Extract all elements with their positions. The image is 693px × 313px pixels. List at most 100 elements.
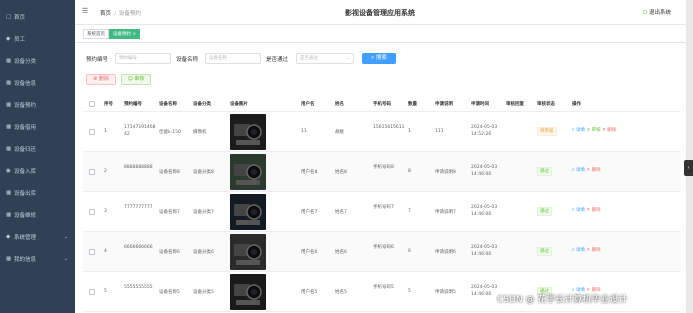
column-header: 设备名称 — [159, 102, 177, 107]
sidebar-item-label: 系统管理 — [14, 235, 37, 241]
table-row: 2 8888888888 设备名称8 设备分类8 用户名8 姓名8 手机号码8 8 申请说明8 2… — [83, 152, 681, 192]
sidebar-item-9[interactable]: ▦ 设备维修 — [0, 204, 75, 226]
sidebar-item-label: 设备借用 — [14, 125, 37, 131]
sidebar-item-1[interactable]: ◆ 员工 — [0, 28, 75, 50]
tab-home[interactable]: 系统首页 — [83, 29, 109, 39]
device-image — [230, 154, 266, 190]
sidebar-item-label: 首页 — [14, 15, 26, 21]
cell-no: 2 — [104, 169, 107, 174]
menu-icon: ▦ — [6, 190, 12, 196]
sidebar-item-7[interactable]: ◉ 设备入库 — [0, 160, 75, 182]
sidebar-item-8[interactable]: ▦ 设备出库 — [0, 182, 75, 204]
detail-button[interactable]: ⌕ 详情 — [572, 128, 585, 133]
column-header: 姓名 — [335, 102, 344, 107]
detail-button[interactable]: ⌕ 详情 — [572, 248, 585, 253]
row-checkbox[interactable] — [89, 169, 95, 175]
sidebar-item-4[interactable]: ▦ 设备预约 — [0, 94, 75, 116]
select-all-checkbox[interactable] — [89, 101, 95, 107]
column-header: 预约编号 — [124, 102, 142, 107]
tab-reservation[interactable]: 设备预约 × — [109, 29, 141, 39]
delete-button[interactable]: ✕ 删除 — [602, 128, 616, 133]
audit-button[interactable]: ⊙ 审核 — [586, 128, 600, 133]
watermark: CSDN @ 花学长计算机毕业设计 — [497, 295, 628, 305]
detail-button[interactable]: ⌕ 详情 — [572, 208, 585, 213]
column-header: 设备图片 — [230, 102, 248, 107]
column-header: 申请说明 — [435, 102, 453, 107]
sidebar-item-label: 设备出库 — [14, 191, 37, 197]
delete-button[interactable]: ✕ 删除 — [586, 208, 600, 213]
cell-user: 用户名6 — [301, 250, 318, 255]
top-bar: ☰ 首页 / 设备预约 影视设备管理应用系统 ⏻ 退出系统 — [75, 0, 686, 25]
sidebar-item-0[interactable]: □ 首页 — [0, 6, 75, 28]
delete-button[interactable]: ✕ 删除 — [586, 248, 600, 253]
status-badge: 待审核 — [537, 127, 557, 136]
cell-phone: 手机号码5 — [373, 285, 394, 290]
audit-icon: ☺ — [127, 76, 133, 82]
row-checkbox[interactable] — [89, 289, 95, 295]
device-name-input[interactable]: 设备名称 — [205, 53, 261, 64]
cell-desc: 申请说明5 — [435, 290, 456, 295]
cell-cat: 设备分类7 — [193, 210, 214, 215]
cell-time: 2024-05-03 14:52:26 — [471, 125, 498, 137]
detail-button[interactable]: ⌕ 详情 — [572, 168, 585, 173]
delete-button[interactable]: ✕ 删除 — [586, 168, 600, 173]
cell-code: 5555555555 — [124, 285, 153, 290]
menu-icon: ▦ — [6, 102, 12, 108]
column-header: 数量 — [408, 102, 417, 107]
sidebar-item-3[interactable]: ▦ 设备信息 — [0, 72, 75, 94]
sidebar-item-label: 员工 — [14, 37, 26, 43]
row-actions: ⌕ 详情 ✕ 删除 — [572, 167, 601, 173]
approved-select[interactable]: 是否通过 ⌄ — [296, 53, 354, 64]
cell-code: 7777777777 — [124, 205, 153, 210]
menu-toggle-icon[interactable]: ☰ — [82, 7, 88, 15]
breadcrumb-home[interactable]: 首页 — [100, 11, 111, 17]
right-edge — [686, 0, 693, 313]
row-actions: ⌕ 详情 ✕ 删除 — [572, 247, 601, 253]
cell-desc: 申请说明6 — [435, 250, 456, 255]
sidebar-item-5[interactable]: ▦ 设备借用 — [0, 116, 75, 138]
chevron-down-icon: ⌄ — [63, 234, 68, 240]
device-name-label: 设备名称 — [176, 57, 199, 63]
cell-name: 设备名称8 — [159, 170, 180, 175]
search-icon: ⌕ — [371, 55, 375, 61]
app-title: 影视设备管理应用系统 — [345, 9, 415, 17]
power-icon: ⏻ — [642, 10, 647, 16]
cell-realname: 姓名7 — [335, 210, 347, 215]
batch-audit-button[interactable]: ☺ 审核 — [121, 74, 151, 85]
row-checkbox[interactable] — [89, 129, 95, 135]
cell-realname: 姓名6 — [335, 250, 347, 255]
table-row: 3 7777777777 设备名称7 设备分类7 用户名7 姓名7 手机号码7 7 申请说明7 2… — [83, 192, 681, 232]
cell-cat: 设备分类5 — [193, 290, 214, 295]
cell-name: 设备名称7 — [159, 210, 180, 215]
column-header: 审核状态 — [537, 102, 555, 107]
menu-icon: ◆ — [6, 234, 11, 240]
sidebar-item-6[interactable]: ▦ 设备归还 — [0, 138, 75, 160]
search-icon: ⌕ — [572, 248, 575, 253]
sidebar-item-10[interactable]: ◆ 系统管理 ⌄ — [0, 226, 75, 248]
close-icon: ✕ — [602, 128, 606, 133]
cell-user: 用户名7 — [301, 210, 318, 215]
device-image — [230, 194, 266, 230]
delete-icon: ⊗ — [93, 76, 98, 82]
reservation-code-input[interactable]: 预约编号 — [115, 53, 171, 64]
logout-button[interactable]: ⏻ 退出系统 — [643, 8, 671, 17]
column-header: 申请时间 — [471, 102, 489, 107]
sidebar-item-2[interactable]: ▦ 设备分类 — [0, 50, 75, 72]
column-header: 手机号码 — [373, 102, 391, 107]
row-actions: ⌕ 详情 ⊙ 审核 ✕ 删除 — [572, 127, 616, 133]
cell-cat: 设备分类6 — [193, 250, 214, 255]
cell-name: 设备名称5 — [159, 290, 180, 295]
search-button[interactable]: ⌕ 搜索 — [362, 53, 396, 64]
side-panel-handle-icon[interactable]: ‹ — [684, 160, 693, 176]
cell-user: 用户名5 — [301, 290, 318, 295]
menu-icon: □ — [6, 14, 12, 20]
close-icon: ✕ — [586, 248, 591, 253]
row-checkbox[interactable] — [89, 249, 95, 255]
row-checkbox[interactable] — [89, 209, 95, 215]
table-row: 1 17147191468 42 佳能k-150 摄像机 11 胡桃 15615615611… — [83, 112, 681, 152]
batch-delete-button[interactable]: ⊗ 删除 — [86, 74, 116, 85]
chevron-down-icon: ⌄ — [63, 256, 68, 262]
sidebar-item-label: 设备维修 — [14, 213, 37, 219]
close-icon: ✕ — [586, 168, 591, 173]
sidebar-item-11[interactable]: ▦ 我的信息 ⌄ — [0, 248, 75, 270]
